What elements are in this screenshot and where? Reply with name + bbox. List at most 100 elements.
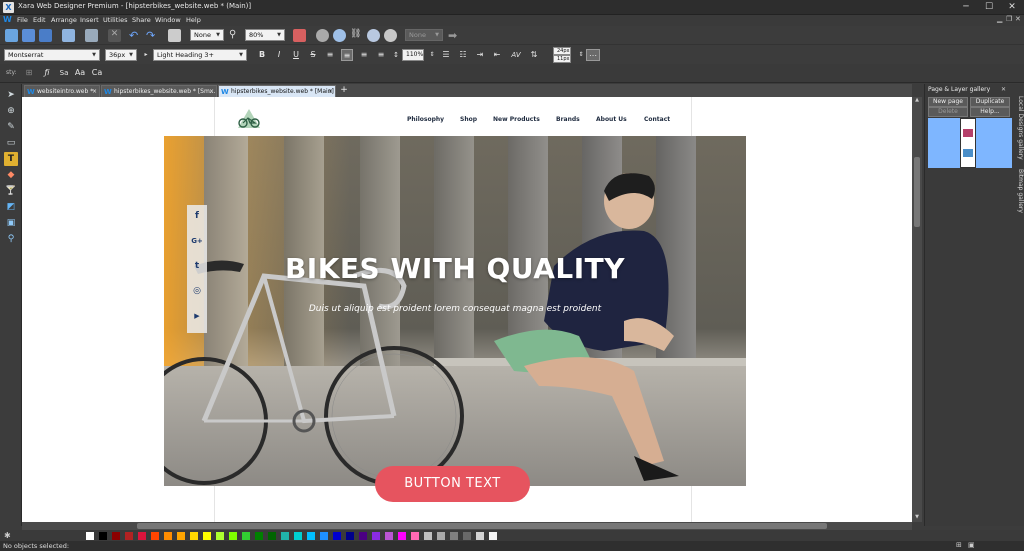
photo-tool-icon[interactable]: ▣ [4, 216, 18, 230]
small-caps-icon[interactable]: Aa [74, 67, 86, 79]
horizontal-scroll-thumb[interactable] [137, 523, 827, 529]
color-swatch[interactable] [229, 532, 237, 540]
zoom-tool-icon[interactable]: ⊕ [4, 104, 18, 118]
horizontal-scrollbar[interactable] [22, 522, 912, 530]
magnet-icon[interactable] [293, 29, 306, 42]
color-swatch[interactable] [359, 532, 367, 540]
color-swatch[interactable] [424, 532, 432, 540]
search-tool-icon[interactable]: ⚲ [4, 232, 18, 246]
minimize-button[interactable]: ─ [955, 1, 977, 13]
color-swatch[interactable] [242, 532, 250, 540]
color-swatch[interactable] [86, 532, 94, 540]
cut-icon[interactable]: ✕ [108, 29, 121, 42]
color-swatch[interactable] [138, 532, 146, 540]
align-left-icon[interactable]: ≡ [324, 49, 336, 61]
menu-utilities[interactable]: Utilities [103, 16, 127, 24]
delete-button[interactable]: Delete [928, 107, 968, 117]
hero-subtitle[interactable]: Duis ut aliquip est proident lorem conse… [164, 304, 746, 314]
kerning-icon[interactable]: AV [510, 49, 522, 61]
line-spacing-input[interactable]: 110% [402, 49, 424, 61]
tab-websiteintro[interactable]: W websiteintro.web * × [24, 85, 100, 97]
char-spacing-input-a[interactable]: 24px [553, 47, 571, 55]
color-swatch[interactable] [476, 532, 484, 540]
mdi-minimize-icon[interactable]: ▁ [997, 15, 1002, 23]
tab-close-icon[interactable]: × [328, 86, 333, 97]
paste-icon[interactable] [85, 29, 98, 42]
bitmap-gallery-tab[interactable]: Bitmap gallery [1014, 169, 1024, 213]
bold-button[interactable]: B [256, 49, 268, 61]
more-options-icon[interactable]: ⋯ [586, 49, 600, 61]
align-right-icon[interactable]: ≡ [358, 49, 370, 61]
scroll-down-icon[interactable]: ▼ [913, 514, 921, 522]
font-combo[interactable]: Montserrat ▼ [4, 49, 100, 61]
snap-icon[interactable]: ⊞ [956, 541, 962, 549]
mdi-close-icon[interactable]: ✕ [1015, 15, 1021, 23]
color-swatch[interactable] [320, 532, 328, 540]
color-swatch[interactable] [346, 532, 354, 540]
numbering-icon[interactable]: ☷ [457, 49, 469, 61]
design-canvas[interactable]: Philosophy Shop New Products Brands Abou… [22, 97, 912, 522]
tab-close-icon[interactable]: × [92, 86, 97, 97]
grid-icon[interactable]: ⊞ [23, 67, 35, 79]
mdi-restore-icon[interactable]: ❐ [1006, 15, 1012, 23]
size-step-icon[interactable]: ▸ [140, 49, 152, 61]
color-swatch[interactable] [125, 532, 133, 540]
italic-button[interactable]: I [273, 49, 285, 61]
baseline-icon[interactable]: ⇅ [528, 49, 540, 61]
menu-insert[interactable]: Insert [80, 16, 99, 24]
color-swatch[interactable] [411, 532, 419, 540]
color-swatch[interactable] [333, 532, 341, 540]
color-swatch[interactable] [112, 532, 120, 540]
state-combo[interactable]: None ▼ [405, 29, 443, 41]
function-icon[interactable]: ƒi [41, 67, 53, 79]
view-icon[interactable]: ▣ [968, 541, 975, 549]
maximize-button[interactable]: ☐ [978, 1, 1000, 13]
menu-arrange[interactable]: Arrange [51, 16, 77, 24]
font-size-combo[interactable]: 36px ▼ [105, 49, 137, 61]
new-tab-icon[interactable]: + [339, 85, 349, 96]
spin-icon[interactable]: ⇕ [426, 49, 438, 61]
selector-tool-icon[interactable]: ➤ [4, 88, 18, 102]
text-style-combo[interactable]: Light Heading 3+ ▼ [153, 49, 247, 61]
text-tool-icon[interactable]: T [4, 152, 18, 166]
preview-icon[interactable] [316, 29, 329, 42]
bike-logo-icon[interactable] [236, 108, 262, 130]
indent-icon[interactable]: ⇥ [474, 49, 486, 61]
color-swatch[interactable] [437, 532, 445, 540]
color-swatch[interactable] [372, 532, 380, 540]
color-swatch[interactable] [385, 532, 393, 540]
import-icon[interactable] [62, 29, 75, 42]
cta-button[interactable]: BUTTON TEXT [375, 466, 530, 502]
duplicate-button[interactable]: Duplicate [970, 97, 1010, 107]
color-editor-icon[interactable]: ✱ [4, 531, 13, 540]
facebook-icon[interactable]: f [190, 209, 204, 223]
nav-contact[interactable]: Contact [644, 116, 670, 123]
transparency-tool-icon[interactable]: 🍸 [4, 184, 18, 198]
hero-title[interactable]: BIKES WITH QUALITY [164, 252, 746, 285]
arrow-right-icon[interactable]: ➡ [448, 29, 461, 42]
color-swatch[interactable] [216, 532, 224, 540]
fill-combo[interactable]: None ▼ [190, 29, 224, 41]
gallery-close-icon[interactable]: ✕ [1001, 86, 1006, 93]
nav-shop[interactable]: Shop [460, 116, 477, 123]
font-variant-icon[interactable]: Ca [91, 67, 103, 79]
link-icon[interactable]: ⛓ [350, 29, 363, 42]
justify-icon[interactable]: ≡ [375, 49, 387, 61]
nav-philosophy[interactable]: Philosophy [407, 116, 444, 123]
color-swatch[interactable] [398, 532, 406, 540]
color-swatch[interactable] [489, 532, 497, 540]
shadow-tool-icon[interactable]: ◩ [4, 200, 18, 214]
rectangle-tool-icon[interactable]: ▭ [4, 136, 18, 150]
outdent-icon[interactable]: ⇤ [491, 49, 503, 61]
globe-icon[interactable] [333, 29, 346, 42]
color-swatch[interactable] [281, 532, 289, 540]
menu-window[interactable]: Window [155, 16, 181, 24]
menu-file[interactable]: File [17, 16, 28, 24]
align-center-icon[interactable]: ≡ [341, 49, 353, 61]
publish-icon[interactable] [384, 29, 397, 42]
freehand-tool-icon[interactable]: ✎ [4, 120, 18, 134]
vertical-scrollbar[interactable]: ▲ ▼ [912, 97, 922, 522]
new-document-icon[interactable] [5, 29, 18, 42]
zoom-icon[interactable]: ⚲ [229, 29, 242, 42]
underline-button[interactable]: U [290, 49, 302, 61]
